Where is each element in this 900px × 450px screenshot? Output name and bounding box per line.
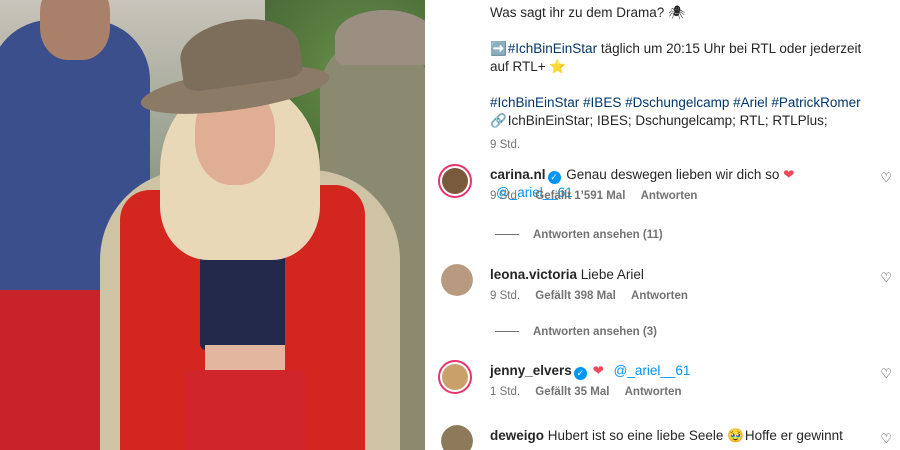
media-person-right-hat [335,10,425,65]
media-person-left-head [40,0,110,60]
comment-text: Hoffe er gewinnt [741,428,843,443]
avatar[interactable] [441,264,473,296]
comments-panel: Was sagt ihr zu dem Drama? 🕷 ➡️ #IchBinE… [425,0,900,450]
avatar-image [442,364,468,390]
comment-body: jenny_elvers ✓ ❤ @_ariel__61 [490,362,870,380]
caption-text: Was sagt ihr zu dem Drama? [490,5,669,20]
replies-divider [495,234,519,236]
comment-meta: 1 Std. Gefällt 35 Mal Antworten [490,386,693,398]
view-replies-label: Antworten ansehen (3) [533,326,657,338]
avatar[interactable] [438,360,472,394]
comment-username[interactable]: carina.nl [490,167,546,182]
view-replies-button[interactable]: Antworten ansehen (3) [495,326,657,338]
hashtag-links[interactable]: #IchBinEinStar #IBES #Dschungelcamp #Ari… [490,94,890,112]
avatar-image [441,425,473,450]
caption-line: ➡️ #IchBinEinStar täglich um 20:15 Uhr b… [490,40,890,58]
caption-text: auf RTL+ [490,59,550,74]
comment-meta: 9 Std. Gefällt 398 Mal Antworten [490,290,700,302]
replies-divider [495,331,519,333]
hashtag-link[interactable]: #IchBinEinStar [508,41,597,56]
arrow-right-icon: ➡️ [490,41,507,56]
reply-button[interactable]: Antworten [625,386,682,398]
heart-emoji-icon: ❤ [783,167,795,182]
avatar[interactable] [441,425,473,450]
avatar-image [441,264,473,296]
heart-emoji-icon: ❤ [592,363,604,378]
star-icon: ⭐ [549,59,567,74]
heart-outline-icon[interactable]: ♡ [880,431,892,447]
avatar[interactable] [438,164,472,198]
link-icon: 🔗 [490,113,507,128]
comment-text: Liebe Ariel [577,267,644,282]
teary-face-icon: 🥹 [727,428,744,443]
verified-badge-icon: ✓ [573,367,587,380]
comment-mention[interactable]: @_ariel__61 [614,363,691,378]
caption-line: 🔗 IchBinEinStar; IBES; Dschungelcamp; RT… [490,112,890,130]
reply-button[interactable]: Antworten [631,290,688,302]
reply-button[interactable]: Antworten [641,190,698,202]
comment-username[interactable]: jenny_elvers [490,363,572,378]
verified-badge-icon: ✓ [547,171,561,184]
heart-outline-icon[interactable]: ♡ [880,270,892,286]
caption-time: 9 Std. [490,139,521,151]
heart-outline-icon[interactable]: ♡ [880,366,892,382]
post-media[interactable] [0,0,425,450]
caption-line: Was sagt ihr zu dem Drama? 🕷 [490,4,890,22]
avatar-image [442,168,468,194]
media-woman-shorts [185,370,305,450]
caption-tags: IchBinEinStar; IBES; Dschungelcamp; RTL;… [507,113,828,128]
comment-time[interactable]: 1 Std. [490,386,520,398]
comment-likes[interactable]: Gefällt 1’591 Mal [535,190,625,202]
comment-body: leona.victoria Liebe Ariel [490,266,870,284]
comment-time[interactable]: 9 Std. [490,190,520,202]
comment-likes[interactable]: Gefällt 398 Mal [535,290,616,302]
spider-icon: 🕷 [668,5,686,20]
caption-line: auf RTL+ ⭐ [490,58,890,76]
comment-meta: 9 Std. Gefällt 1’591 Mal Antworten [490,190,709,202]
comment-body: deweigo Hubert ist so eine liebe Seele 🥹… [490,427,870,445]
comment-likes[interactable]: Gefällt 35 Mal [535,386,609,398]
comment-time[interactable]: 9 Std. [490,290,520,302]
comment-text: Genau deswegen lieben wir dich so [562,167,784,182]
heart-outline-icon[interactable]: ♡ [880,170,892,186]
caption-text: täglich um 20:15 Uhr bei RTL oder jederz… [597,41,862,56]
comment-username[interactable]: leona.victoria [490,267,577,282]
view-replies-button[interactable]: Antworten ansehen (11) [495,229,663,241]
comment-text: Hubert ist so eine liebe Seele [544,428,728,443]
post-caption: Was sagt ihr zu dem Drama? 🕷 ➡️ #IchBinE… [490,4,890,154]
comment-username[interactable]: deweigo [490,428,544,443]
view-replies-label: Antworten ansehen (11) [533,229,663,241]
